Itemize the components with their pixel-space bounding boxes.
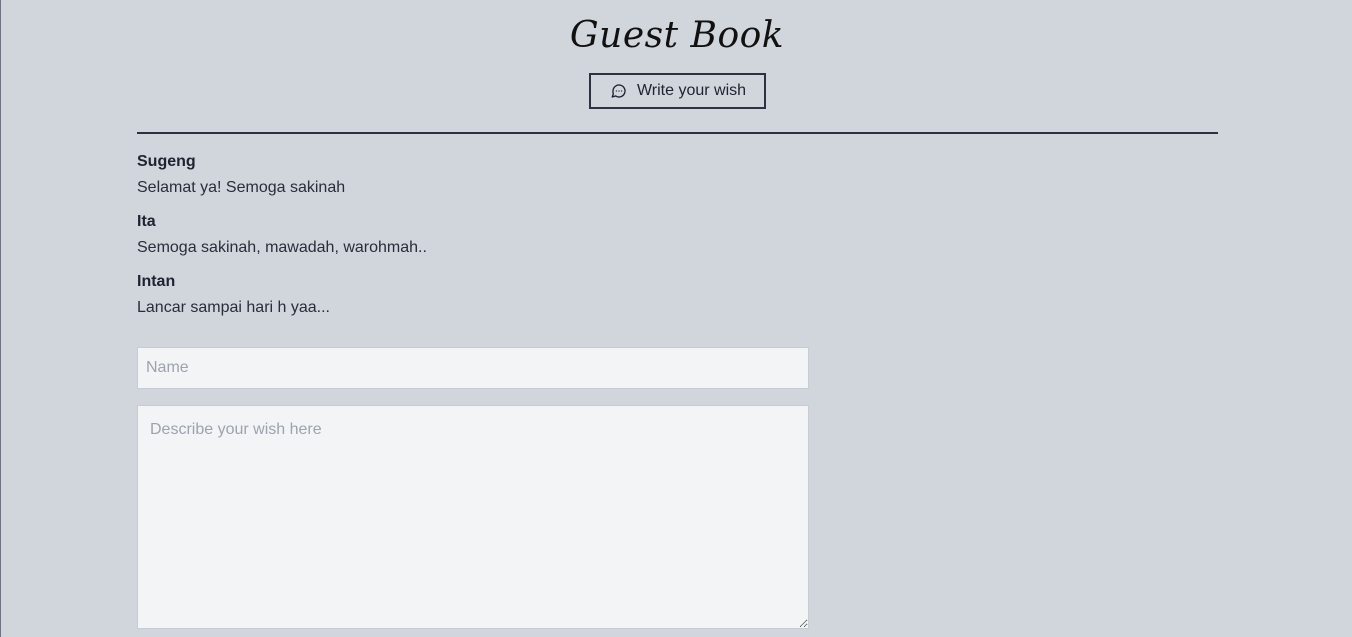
write-wish-button[interactable]: Write your wish [589,73,766,109]
wish-author: Intan [137,273,176,290]
wish-textarea[interactable] [137,405,809,629]
page-title: Guest Book [569,15,785,56]
name-input[interactable] [137,347,809,389]
list-item: Intan Lancar sampai hari h yaa... [137,270,1037,322]
write-wish-button-label: Write your wish [636,82,747,99]
chat-bubbles-icon [609,81,629,101]
wish-message: Selamat ya! Semoga sakinah [137,179,346,196]
list-item: Ita Semoga sakinah, mawadah, warohmah.. [137,210,1037,262]
wish-message: Semoga sakinah, mawadah, warohmah.. [137,239,427,256]
divider [137,132,1218,134]
wish-message: Lancar sampai hari h yaa... [137,299,330,316]
wishes-list: Sugeng Selamat ya! Semoga sakinah Ita Se… [137,150,1037,330]
wish-author: Sugeng [137,153,196,170]
wish-author: Ita [137,213,156,230]
list-item: Sugeng Selamat ya! Semoga sakinah [137,150,1037,202]
